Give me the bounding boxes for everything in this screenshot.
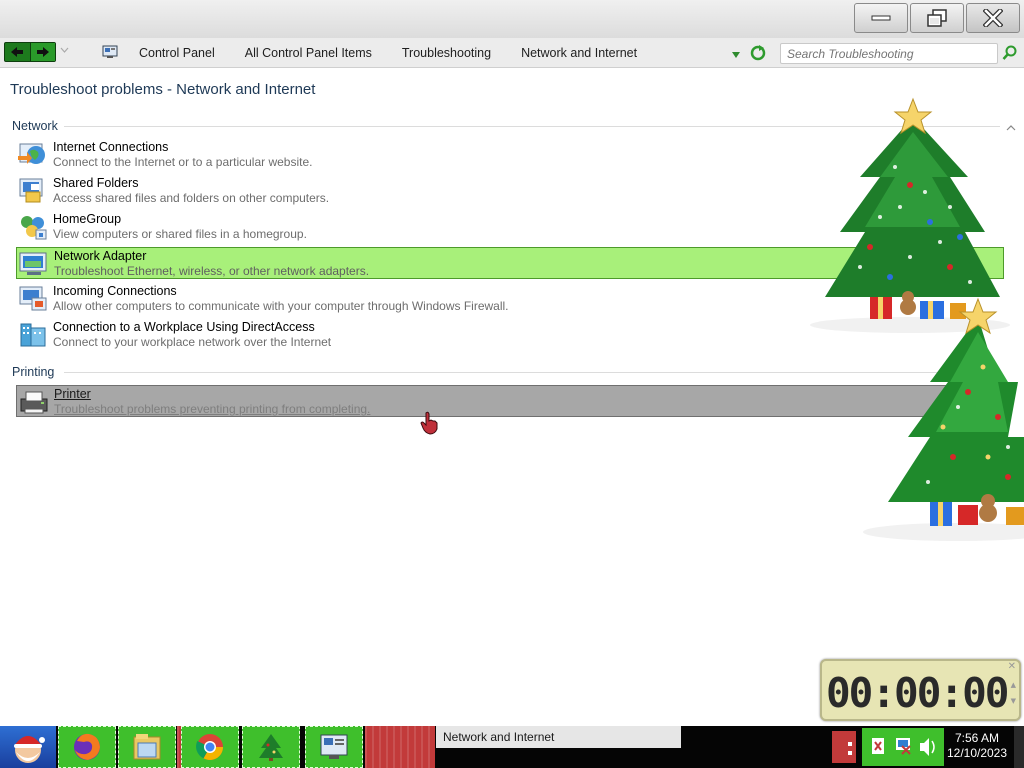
item-description: Troubleshoot problems preventing printin… (54, 402, 371, 416)
search-box[interactable] (780, 43, 998, 64)
directaccess-icon (20, 323, 46, 347)
show-desktop-button[interactable] (1014, 726, 1024, 768)
address-bar: Control Panel All Control Panel Items Tr… (0, 38, 1024, 68)
start-button[interactable] (0, 726, 56, 768)
address-history-dropdown[interactable] (731, 48, 741, 62)
christmas-tree-icon (259, 734, 283, 761)
show-hidden-icons-button[interactable] (832, 731, 856, 763)
refresh-icon (750, 45, 766, 61)
volume-icon (920, 738, 935, 756)
clock-time: 7:56 AM (954, 731, 1000, 745)
item-title: Internet Connections (53, 140, 169, 154)
item-title: HomeGroup (53, 212, 122, 226)
recent-pages-dropdown[interactable] (60, 46, 69, 57)
group-header-network: Network (12, 119, 58, 133)
taskbar-chrome[interactable] (181, 726, 239, 768)
christmas-tree-decoration (863, 297, 1024, 541)
minimize-button[interactable] (854, 3, 908, 33)
santa-start-icon (14, 736, 45, 763)
taskbar-firefox[interactable] (58, 726, 116, 768)
forward-arrow-icon (36, 47, 49, 57)
restore-icon (927, 9, 947, 27)
taskbar-filler (365, 726, 435, 768)
back-arrow-icon (11, 47, 24, 57)
minimize-icon (871, 15, 891, 21)
restore-button[interactable] (910, 3, 964, 33)
item-title: Network Adapter (54, 249, 147, 263)
timer-display: 00:00:00 (826, 669, 1009, 717)
item-description: Troubleshoot Ethernet, wireless, or othe… (54, 264, 370, 278)
page-title: Troubleshoot problems - Network and Inte… (10, 81, 316, 98)
timer-reset-button[interactable]: ▼ (1011, 697, 1016, 705)
search-input[interactable] (781, 44, 981, 63)
homegroup-icon (21, 216, 47, 240)
chevron-down-icon (732, 52, 740, 58)
taskbar: Network and Internet 7:56 AM 12/10/2023 (0, 726, 1024, 768)
close-button[interactable] (966, 3, 1020, 33)
network-icon (896, 738, 911, 755)
taskbar-clock[interactable]: 7:56 AM 12/10/2023 (944, 731, 1010, 761)
refresh-button[interactable] (750, 45, 766, 64)
shared-folders-icon (19, 178, 43, 203)
breadcrumb-troubleshooting[interactable]: Troubleshooting (387, 46, 506, 60)
system-tray (862, 728, 944, 766)
content-pane: Troubleshoot problems - Network and Inte… (0, 69, 1024, 726)
item-description: Connect to your workplace network over t… (53, 335, 332, 349)
hand-cursor-icon (420, 411, 438, 435)
timer-start-button[interactable]: ▲ (1011, 681, 1016, 689)
back-button[interactable] (5, 43, 30, 61)
item-title: Incoming Connections (53, 284, 177, 298)
close-icon (983, 9, 1003, 27)
item-description: Connect to the Internet or to a particul… (53, 155, 313, 169)
group-header-printing: Printing (12, 365, 55, 379)
item-title: Connection to a Workplace Using DirectAc… (53, 320, 315, 334)
clock-date: 12/10/2023 (946, 746, 1008, 760)
control-panel-icon (320, 734, 348, 759)
item-title: Shared Folders (53, 176, 139, 190)
forward-button[interactable] (29, 43, 55, 61)
item-title: Printer (54, 387, 91, 401)
incoming-connections-icon (19, 286, 47, 311)
breadcrumb: Control Panel All Control Panel Items Tr… (124, 38, 652, 68)
timer-gadget: 00:00:00 ✕ ▲ ▼ (820, 659, 1021, 721)
action-center-icon (872, 738, 884, 754)
taskbar-file-explorer[interactable] (118, 726, 176, 768)
taskbar-christmas-tree[interactable] (242, 726, 300, 768)
close-gadget-button[interactable]: ✕ (1008, 661, 1016, 672)
control-panel-icon (102, 45, 118, 62)
breadcrumb-all-items[interactable]: All Control Panel Items (230, 46, 387, 60)
firefox-icon (74, 733, 100, 760)
chevron-down-icon (60, 47, 69, 53)
item-description: Access shared files and folders on other… (53, 191, 330, 205)
item-description: Allow other computers to communicate wit… (53, 299, 509, 313)
taskbar-active-window[interactable]: Network and Internet (436, 726, 681, 748)
breadcrumb-network-internet[interactable]: Network and Internet (506, 46, 652, 60)
globe-network-icon (18, 143, 45, 164)
taskbar-control-panel[interactable] (305, 726, 363, 768)
troubleshooter-printer[interactable]: Printer Troubleshoot problems preventing… (16, 385, 1004, 417)
network-adapter-icon (19, 252, 47, 275)
printer-icon (20, 391, 48, 414)
nav-buttons (4, 42, 56, 62)
search-icon (1002, 45, 1017, 60)
breadcrumb-control-panel[interactable]: Control Panel (124, 46, 230, 60)
file-explorer-icon (133, 734, 161, 760)
window-titlebar (0, 0, 1024, 38)
tray-indicator-icon (848, 742, 852, 755)
search-button[interactable] (1002, 45, 1018, 64)
item-description: View computers or shared files in a home… (53, 227, 307, 241)
chrome-icon (196, 734, 224, 761)
